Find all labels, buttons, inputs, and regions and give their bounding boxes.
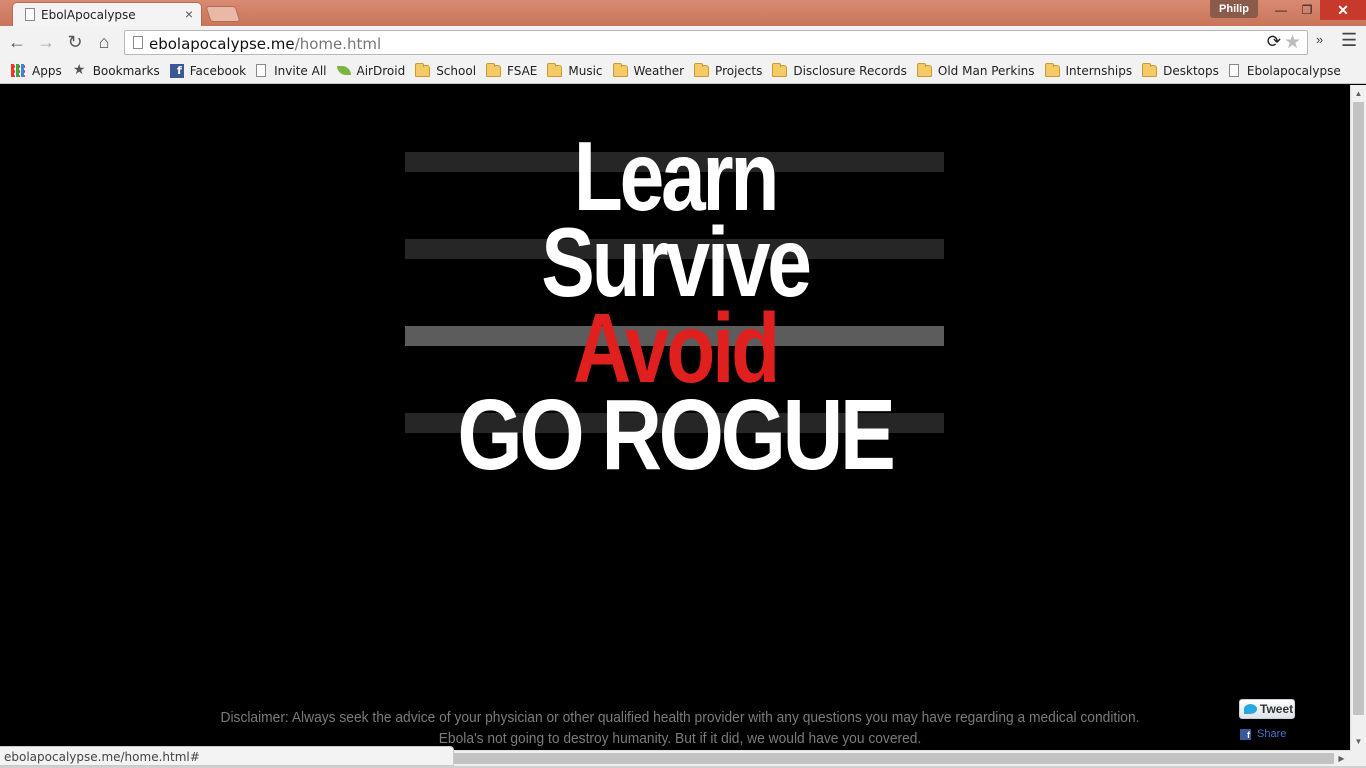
page-info-icon[interactable] xyxy=(133,36,143,49)
facebook-share-button[interactable]: f Share xyxy=(1240,727,1286,741)
url-text[interactable]: ebolapocalypse.me/home.html xyxy=(149,35,381,53)
bookmarks-bar: Apps ★ Bookmarks f Facebook Invite All A… xyxy=(0,58,1366,84)
address-bar[interactable]: ebolapocalypse.me/home.html ⟳ ★ xyxy=(124,30,1308,55)
bookmark-school[interactable]: School xyxy=(410,60,481,82)
bookmark-ebolapocalypse[interactable]: Ebolapocalypse xyxy=(1224,60,1346,82)
tab-title: EbolApocalypse xyxy=(41,8,136,22)
profile-button[interactable]: Philip xyxy=(1210,0,1258,18)
vertical-scrollbar[interactable]: ▲ ▼ xyxy=(1350,85,1366,750)
folder-icon xyxy=(486,62,502,77)
apps-grid-icon xyxy=(11,64,26,77)
window-title-bar: EbolApocalypse × Philip — ❐ ✕ xyxy=(0,0,1366,26)
minimize-button[interactable]: — xyxy=(1268,0,1294,20)
browser-menu-icon[interactable]: ☰ xyxy=(1341,30,1357,51)
browser-toolbar: ← → ↻ ⌂ ebolapocalypse.me/home.html ⟳ ★ … xyxy=(0,26,1366,58)
bookmark-star-icon[interactable]: ★ xyxy=(1284,31,1301,54)
page-content: Learn Survive Avoid GO ROGUE Disclaimer:… xyxy=(0,85,1350,750)
close-window-button[interactable]: ✕ xyxy=(1320,0,1366,20)
headline-go-rogue[interactable]: GO ROGUE xyxy=(108,385,1242,485)
folder-icon xyxy=(612,62,628,77)
forward-icon[interactable]: → xyxy=(34,30,58,54)
bookmark-fsae[interactable]: FSAE xyxy=(481,60,542,82)
folder-icon xyxy=(694,62,710,77)
bookmark-old-man-perkins[interactable]: Old Man Perkins xyxy=(912,60,1040,82)
disclaimer-text: Disclaimer: Always seek the advice of yo… xyxy=(54,707,1305,749)
folder-icon xyxy=(415,62,431,77)
bookmark-music[interactable]: Music xyxy=(542,60,607,82)
new-tab-button[interactable] xyxy=(205,6,241,22)
home-icon[interactable]: ⌂ xyxy=(92,30,116,54)
folder-icon xyxy=(1142,62,1158,77)
url-host: ebolapocalypse.me xyxy=(149,35,295,53)
restore-button[interactable]: ❐ xyxy=(1294,0,1320,20)
folder-icon xyxy=(772,62,788,77)
disclaimer-line-1: Disclaimer: Always seek the advice of yo… xyxy=(220,709,1140,726)
browser-tab[interactable]: EbolApocalypse × xyxy=(12,2,202,26)
bookmark-projects[interactable]: Projects xyxy=(689,60,767,82)
bookmark-facebook[interactable]: f Facebook xyxy=(165,60,251,82)
bookmark-invite-all[interactable]: Invite All xyxy=(251,60,331,82)
bookmark-airdroid[interactable]: AirDroid xyxy=(332,60,411,82)
star-icon: ★ xyxy=(72,62,86,78)
tweet-button[interactable]: Tweet xyxy=(1239,699,1295,719)
back-icon[interactable]: ← xyxy=(5,30,29,54)
tab-close-icon[interactable]: × xyxy=(185,6,193,22)
folder-icon xyxy=(547,62,563,77)
extensions-chevron-icon[interactable]: » xyxy=(1316,32,1323,47)
folder-icon xyxy=(916,62,932,77)
sync-icon[interactable]: ⟳ xyxy=(1267,32,1281,52)
twitter-bird-icon xyxy=(1244,704,1257,714)
scroll-down-arrow-icon[interactable]: ▼ xyxy=(1351,734,1366,749)
facebook-icon: f xyxy=(1240,728,1251,740)
bookmark-disclosure-records[interactable]: Disclosure Records xyxy=(767,60,912,82)
bookmark-apps[interactable]: Apps xyxy=(6,60,67,82)
scroll-right-arrow-icon[interactable]: ▶ xyxy=(1334,751,1349,766)
bookmark-bookmarks[interactable]: ★ Bookmarks xyxy=(67,60,165,82)
facebook-icon: f xyxy=(169,63,184,78)
airdroid-icon xyxy=(336,66,351,75)
bookmark-internships[interactable]: Internships xyxy=(1040,60,1138,82)
url-path: /home.html xyxy=(294,35,382,53)
reload-icon[interactable]: ↻ xyxy=(63,30,87,54)
folder-icon xyxy=(1044,62,1060,77)
status-bubble-url: ebolapocalypse.me/home.html# xyxy=(0,746,454,766)
page-icon xyxy=(25,8,35,21)
bookmark-desktops[interactable]: Desktops xyxy=(1137,60,1224,82)
vertical-scroll-thumb[interactable] xyxy=(1353,102,1364,715)
page-icon xyxy=(1228,64,1239,77)
scroll-up-arrow-icon[interactable]: ▲ xyxy=(1351,86,1366,101)
page-icon xyxy=(256,64,267,77)
bookmark-weather[interactable]: Weather xyxy=(608,60,690,82)
